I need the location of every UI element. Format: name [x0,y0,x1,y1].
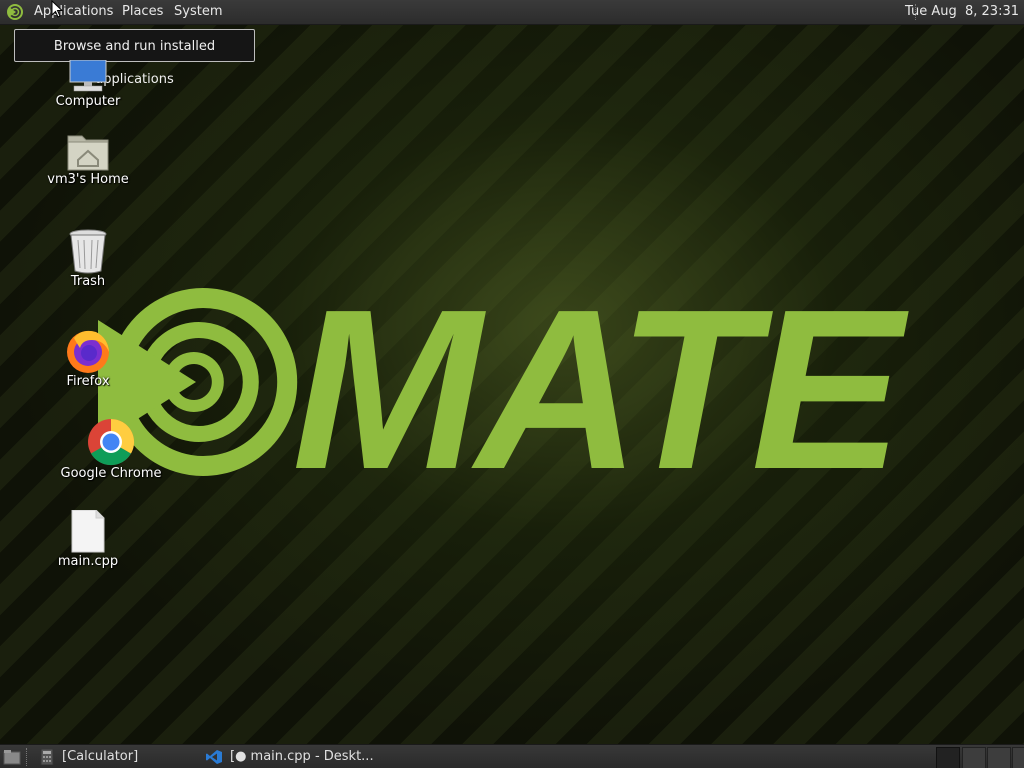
desktop-icon-computer[interactable]: Computer [28,60,148,109]
taskbar-button-calculator[interactable]: [Calculator] [62,746,138,768]
clock[interactable]: Tue Aug 8, 23:31 [905,4,1019,19]
workspace-1[interactable] [936,747,960,768]
desktop-icon-home[interactable]: vm3's Home [28,130,148,187]
mouse-cursor-icon [51,0,63,18]
desktop-icon-firefox[interactable]: Firefox [28,326,148,389]
vscode-icon [206,750,222,764]
calculator-icon [40,749,54,765]
trash-icon [69,229,107,274]
desktop-icon-chrome[interactable]: Google Chrome [51,418,171,481]
firefox-icon [67,330,109,373]
workspace-4[interactable] [1012,747,1024,768]
mate-logo: MATE [98,263,915,517]
top-panel: Applications Places System Tue Aug 8, 23… [0,0,1024,25]
desktop-icon-label: Trash [70,274,106,289]
chrome-icon [88,418,135,466]
desktop-icon-label: vm3's Home [47,172,129,187]
menu-system[interactable]: System [174,4,222,19]
tooltip: Browse and run installed applications [14,29,255,87]
computer-icon [69,60,107,92]
desktop-icon-main-cpp[interactable]: main.cpp [28,510,148,569]
bottom-panel: [Calculator] [● main.cpp - Deskt... [0,744,1024,768]
mate-wordmark: MATE [292,263,909,517]
show-desktop-icon[interactable] [3,749,21,765]
desktop-icon-label: Computer [55,94,121,109]
taskbar-button-main-cpp[interactable]: [● main.cpp - Deskt... [230,746,374,768]
menu-applications[interactable]: Applications [34,4,113,19]
home-folder-icon [67,135,109,171]
workspace-2[interactable] [962,747,986,768]
menu-places[interactable]: Places [122,4,163,19]
desktop-icon-trash[interactable]: Trash [28,228,148,289]
desktop-icon-label: Firefox [66,374,110,389]
desktop-wallpaper: MATE [0,24,1024,744]
workspace-3[interactable] [987,747,1011,768]
desktop-icon-label: Google Chrome [60,466,162,481]
mate-menu-icon[interactable] [6,3,24,21]
text-file-icon [71,510,105,553]
desktop-icon-label: main.cpp [57,554,119,569]
panel-separator [26,748,29,766]
